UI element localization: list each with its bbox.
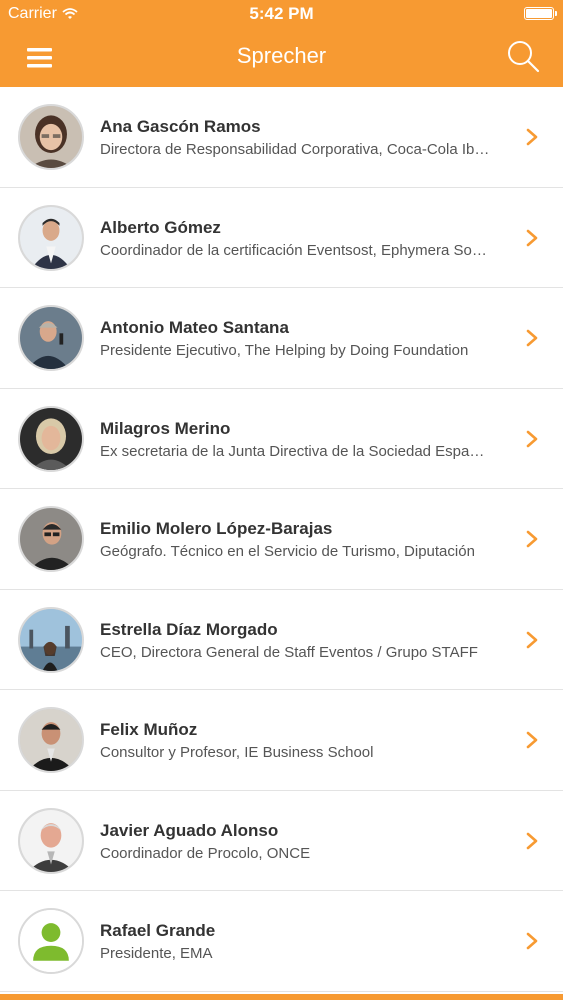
- speaker-name: Antonio Mateo Santana: [100, 318, 289, 337]
- speaker-row[interactable]: Antonio Mateo Santana Presidente Ejecuti…: [0, 288, 563, 389]
- speaker-name: Estrella Díaz Morgado: [100, 619, 278, 639]
- avatar: [18, 506, 84, 572]
- avatar: [18, 807, 84, 874]
- speaker-name: Ana Gascón Ramos: [100, 117, 261, 136]
- chevron-right-icon: [526, 932, 538, 950]
- page-title: Sprecher: [236, 43, 327, 68]
- speaker-name: Emilio Molero López-Barajas: [100, 519, 333, 538]
- avatar: [18, 405, 84, 472]
- avatar: [18, 305, 84, 371]
- avatar: [18, 707, 84, 773]
- speaker-row[interactable]: Felix Muñoz Consultor y Profesor, IE Bus…: [0, 690, 563, 791]
- speaker-role: Consultor y Profesor, IE Business School: [100, 744, 374, 761]
- speaker-role: CEO, Directora General de Staff Eventos …: [100, 643, 478, 661]
- speaker-role: Coordinador de Procolo, ONCE: [100, 844, 311, 862]
- speaker-row[interactable]: Ana Gascón Ramos Directora de Responsabi…: [0, 87, 563, 188]
- speaker-name: Javier Aguado Alonso: [100, 820, 279, 840]
- chevron-right-icon: [526, 128, 538, 146]
- chevron-right-icon: [526, 530, 538, 548]
- speaker-role: Directora de Responsabilidad Corporativa…: [100, 141, 490, 158]
- search-button[interactable]: [503, 36, 543, 76]
- speaker-role: Presidente, EMA: [100, 945, 213, 962]
- chevron-right-icon: [526, 731, 538, 749]
- speaker-list: Ana Gascón Ramos Directora de Responsabi…: [0, 87, 563, 992]
- speaker-row[interactable]: Alberto Gómez Coordinador de la certific…: [0, 188, 563, 288]
- chevron-right-icon: [526, 430, 538, 447]
- speaker-row[interactable]: Emilio Molero López-Barajas Geógrafo. Té…: [0, 489, 563, 590]
- speaker-row[interactable]: Estrella Díaz Morgado CEO, Directora Gen…: [0, 590, 563, 690]
- speaker-row[interactable]: Rafael Grande Presidente, EMA: [0, 891, 563, 992]
- chevron-right-icon: [526, 832, 538, 849]
- chevron-right-icon: [526, 329, 538, 347]
- avatar: [18, 908, 84, 974]
- search-icon: [508, 41, 540, 73]
- bottom-accent-bar: [0, 994, 563, 1000]
- speaker-row[interactable]: Javier Aguado Alonso Coordinador de Proc…: [0, 791, 563, 891]
- speaker-name: Felix Muñoz: [100, 720, 198, 739]
- avatar: [18, 606, 84, 673]
- app-header: Carrier 5:42 PM Sprecher: [0, 0, 563, 87]
- chevron-right-icon: [526, 631, 538, 648]
- avatar: [18, 104, 84, 170]
- speaker-name: Rafael Grande: [100, 921, 216, 940]
- speaker-role: Coordinador de la certificación Eventsos…: [100, 241, 490, 259]
- speaker-role: Geógrafo. Técnico en el Servicio de Turi…: [100, 543, 475, 560]
- speaker-name: Alberto Gómez: [100, 217, 221, 237]
- speaker-row[interactable]: Milagros Merino Ex secretaria de la Junt…: [0, 389, 563, 489]
- speaker-name: Milagros Merino: [100, 418, 231, 438]
- chevron-right-icon: [526, 229, 538, 246]
- status-time: 5:42 PM: [249, 4, 314, 23]
- nav-bar: Sprecher: [0, 28, 563, 87]
- speaker-role: Presidente Ejecutivo, The Helping by Doi…: [100, 342, 469, 359]
- battery-icon: [524, 7, 557, 20]
- speaker-role: Ex secretaria de la Junta Directiva de l…: [100, 442, 490, 460]
- avatar: [18, 204, 84, 271]
- status-bar: Carrier 5:42 PM: [0, 0, 563, 28]
